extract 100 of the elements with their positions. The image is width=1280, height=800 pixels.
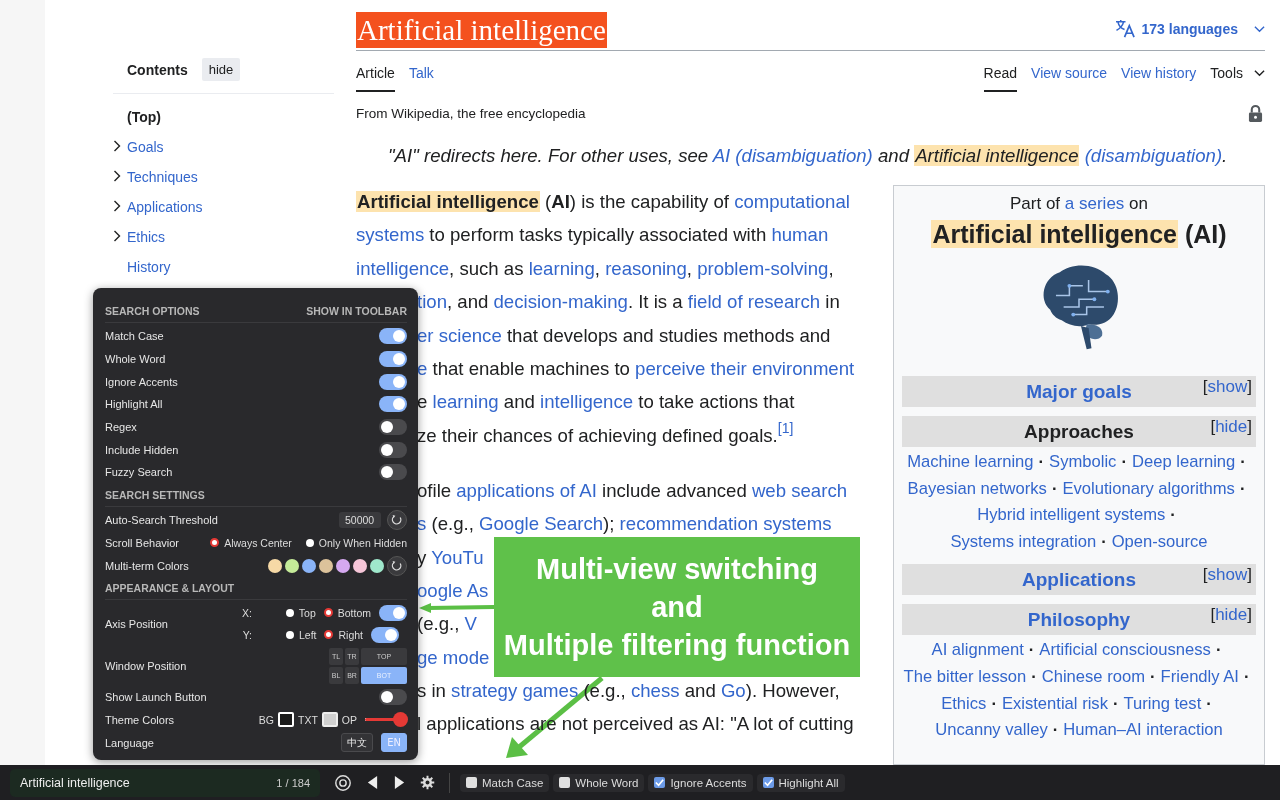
link[interactable]: reasoning: [605, 257, 687, 279]
color-swatch[interactable]: [321, 712, 338, 728]
color-swatch[interactable]: [319, 558, 333, 573]
radio-button[interactable]: [323, 608, 333, 618]
toggle-switch[interactable]: [379, 464, 407, 481]
link[interactable]: learning: [432, 391, 499, 413]
link[interactable]: web search: [751, 479, 848, 501]
link[interactable]: Machine learning: [907, 452, 1034, 471]
section-title[interactable]: Major goals: [1026, 380, 1132, 403]
link[interactable]: Go: [720, 680, 746, 702]
toggle-switch[interactable]: [379, 441, 407, 458]
toggle-switch[interactable]: [379, 351, 407, 368]
previous-icon[interactable]: [366, 775, 379, 790]
link[interactable]: V: [464, 613, 477, 635]
toolbar-toggle[interactable]: Highlight All: [756, 773, 845, 792]
link[interactable]: oogle As: [417, 579, 489, 601]
checkbox[interactable]: [762, 777, 774, 788]
link[interactable]: er science: [417, 324, 502, 346]
link[interactable]: intelligence: [356, 257, 450, 279]
link[interactable]: chess: [630, 680, 680, 702]
link[interactable]: problem-solving: [697, 257, 829, 279]
link[interactable]: YouTu: [431, 546, 484, 568]
radio-button[interactable]: [285, 630, 294, 639]
color-swatch[interactable]: [336, 558, 350, 573]
toggle-switch[interactable]: [379, 604, 407, 621]
radio-button[interactable]: [285, 608, 294, 617]
toggle-switch[interactable]: [379, 689, 407, 706]
section-toggle[interactable]: [hide]: [1210, 605, 1252, 626]
link[interactable]: recommendation systems: [619, 513, 832, 535]
tab[interactable]: Article: [356, 59, 395, 92]
link[interactable]: The bitter lesson: [903, 666, 1027, 686]
hide-button[interactable]: hide: [201, 58, 241, 81]
settings-icon[interactable]: [420, 775, 435, 790]
toolbar-toggle[interactable]: Ignore Accents: [648, 773, 753, 792]
link[interactable]: Uncanny valley: [935, 720, 1048, 740]
section-toggle[interactable]: [hide]: [1210, 417, 1252, 437]
link[interactable]: systems: [356, 224, 425, 246]
link[interactable]: Systems integration: [950, 531, 1097, 551]
link[interactable]: Turing test: [1123, 693, 1202, 713]
search-field[interactable]: Artificial intelligence 1 / 184: [10, 768, 320, 797]
checkbox[interactable]: [654, 777, 666, 788]
link[interactable]: Human–AI interaction: [1063, 720, 1223, 740]
reset-icon[interactable]: [387, 510, 407, 531]
link[interactable]: e: [417, 357, 428, 379]
contents-item[interactable]: Applications: [127, 199, 203, 215]
link[interactable]: learning: [528, 257, 595, 279]
link[interactable]: AI alignment: [931, 640, 1024, 660]
chevron-right-icon[interactable]: [113, 200, 121, 212]
section-toggle[interactable]: [show]: [1202, 377, 1252, 397]
link[interactable]: intelligence: [540, 391, 634, 413]
chevron-right-icon[interactable]: [113, 170, 121, 182]
language-button[interactable]: 中文: [341, 733, 374, 753]
link[interactable]: Hybrid intelligent systems: [977, 505, 1166, 525]
chevron-right-icon[interactable]: [113, 140, 121, 152]
contents-item[interactable]: History: [127, 259, 171, 275]
tab[interactable]: View source: [1031, 59, 1108, 92]
link[interactable]: Artificial consciousness: [1039, 640, 1211, 660]
radio-button[interactable]: [210, 538, 220, 548]
toggle-switch[interactable]: [379, 419, 407, 436]
link[interactable]: Friendly AI: [1160, 666, 1239, 686]
link[interactable]: applications of AI: [456, 479, 597, 501]
contents-item[interactable]: (Top): [127, 109, 161, 125]
link[interactable]: decision-making: [493, 291, 628, 313]
checkbox[interactable]: [466, 777, 477, 788]
color-swatch[interactable]: [370, 558, 384, 573]
link[interactable]: AI (disambiguation): [712, 145, 873, 166]
color-swatch[interactable]: [268, 558, 282, 573]
checkbox[interactable]: [559, 777, 571, 788]
reset-icon[interactable]: [387, 555, 407, 576]
link[interactable]: Symbolic: [1049, 452, 1117, 471]
link[interactable]: Deep learning: [1131, 452, 1236, 471]
link[interactable]: field of research: [687, 291, 821, 313]
link[interactable]: Bayesian networks: [907, 478, 1047, 498]
contents-item[interactable]: Ethics: [127, 229, 166, 245]
link[interactable]: strategy games: [451, 680, 579, 702]
radio-button[interactable]: [324, 630, 334, 640]
toggle-switch[interactable]: [379, 328, 407, 345]
contents-item[interactable]: Goals: [127, 139, 164, 155]
link[interactable]: Open-source: [1111, 531, 1208, 551]
color-swatch[interactable]: [302, 558, 316, 573]
toggle-switch[interactable]: [379, 396, 407, 413]
toggle-switch[interactable]: [371, 626, 399, 643]
threshold-field[interactable]: 50000: [339, 512, 381, 529]
link[interactable]: perceive their environment: [635, 357, 855, 379]
toolbar-toggle[interactable]: Match Case: [460, 773, 550, 792]
link[interactable]: Evolutionary algorithms: [1062, 478, 1235, 498]
target-icon[interactable]: [334, 773, 352, 792]
color-swatch[interactable]: [353, 558, 367, 573]
link[interactable]: Existential risk: [1001, 693, 1108, 713]
link[interactable]: Ethics: [941, 693, 987, 713]
tab[interactable]: Talk: [408, 59, 434, 92]
tools-menu[interactable]: Tools: [1210, 59, 1265, 92]
link[interactable]: Chinese room: [1041, 666, 1146, 686]
contents-item[interactable]: Techniques: [127, 169, 198, 185]
link[interactable]: s: [417, 513, 427, 535]
slider-thumb[interactable]: [392, 712, 408, 728]
section-title[interactable]: Applications: [1022, 568, 1136, 591]
link[interactable]: a series: [1064, 194, 1125, 213]
tab[interactable]: Read: [983, 59, 1018, 92]
link[interactable]: tion: [417, 291, 447, 313]
